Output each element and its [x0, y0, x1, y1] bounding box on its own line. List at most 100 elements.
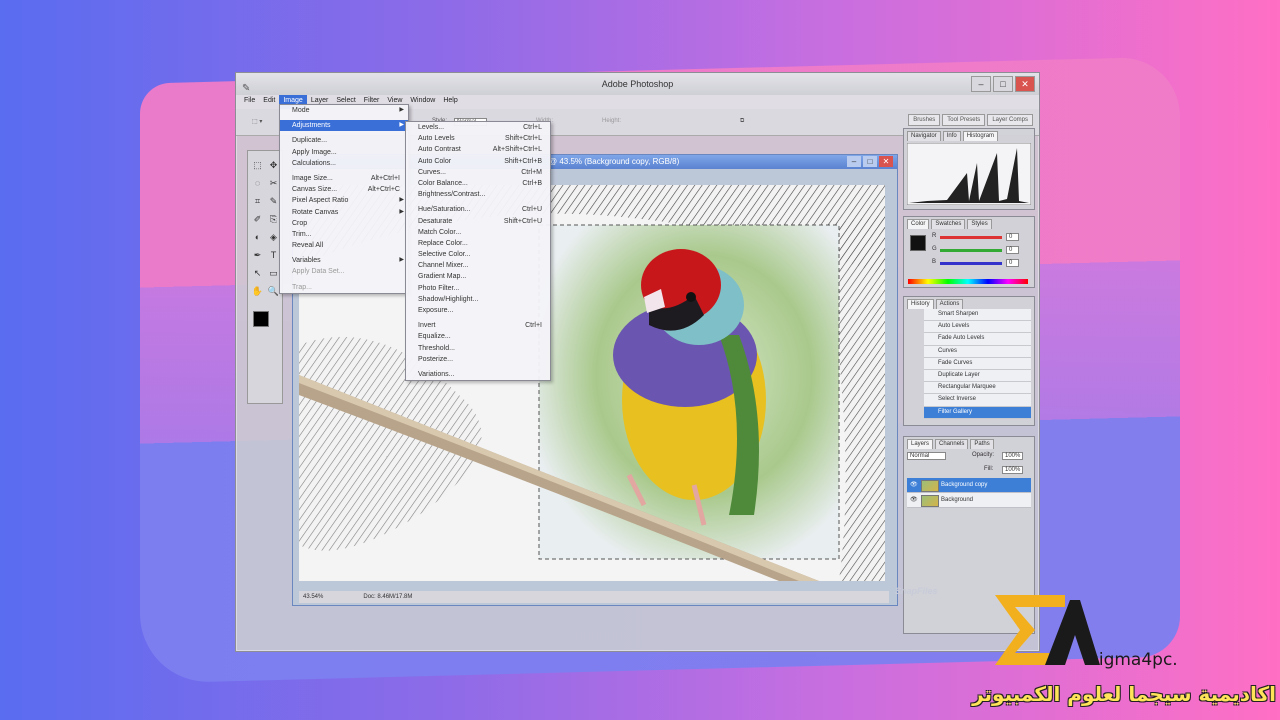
tab-navigator[interactable]: Navigator — [907, 131, 941, 141]
history-item[interactable]: Smart Sharpen — [924, 309, 1031, 322]
doc-minimize-button[interactable]: – — [847, 156, 861, 167]
image-menu-item-adjustments[interactable]: Adjustments ▶ — [280, 120, 408, 132]
image-menu-item-canvas-size[interactable]: Canvas Size... Alt+Ctrl+C — [280, 184, 408, 195]
doc-close-button[interactable]: ✕ — [879, 156, 893, 167]
adjust-menu-item-match-color[interactable]: Match Color... — [406, 227, 550, 238]
image-menu-item-apply-image[interactable]: Apply Image... — [280, 147, 408, 158]
image-menu-item-rotate-canvas[interactable]: Rotate Canvas ▶ — [280, 207, 408, 218]
image-menu-item-image-size[interactable]: Image Size... Alt+Ctrl+I — [280, 173, 408, 184]
tab-styles[interactable]: Styles — [967, 219, 992, 229]
zoom-level[interactable]: 43.54% — [303, 591, 323, 603]
tab-channels[interactable]: Channels — [935, 439, 969, 449]
channel-value[interactable]: 0 — [1006, 259, 1020, 267]
adjust-menu-item-exposure[interactable]: Exposure... — [406, 305, 550, 316]
history-item[interactable]: Rectangular Marquee — [924, 382, 1031, 395]
image-menu-item-duplicate[interactable]: Duplicate... — [280, 135, 408, 146]
foreground-color-swatch[interactable] — [253, 311, 269, 327]
channel-slider[interactable] — [940, 262, 1002, 265]
eye-icon[interactable]: 👁 — [910, 493, 918, 507]
image-menu-item-reveal-all[interactable]: Reveal All — [280, 240, 408, 251]
tool-icon[interactable]: ◌ — [251, 177, 264, 190]
adjust-menu-item-color-balance[interactable]: Color Balance... Ctrl+B — [406, 178, 550, 189]
foreground-swatch[interactable] — [910, 235, 926, 251]
layer-row[interactable]: 👁 Background copy — [907, 478, 1031, 493]
tab-color[interactable]: Color — [907, 219, 930, 229]
tool-icon[interactable]: ⌗ — [251, 195, 264, 208]
maximize-button[interactable]: □ — [993, 76, 1013, 92]
palette-well-icon[interactable]: ⧉ — [740, 118, 744, 125]
menu-help[interactable]: Help — [439, 95, 461, 109]
adjust-menu-item-auto-contrast[interactable]: Auto Contrast Alt+Shift+Ctrl+L — [406, 144, 550, 155]
adjust-menu-item-auto-color[interactable]: Auto Color Shift+Ctrl+B — [406, 156, 550, 167]
history-item[interactable]: Fade Curves — [924, 357, 1031, 370]
tool-icon[interactable]: ◐ — [251, 231, 264, 244]
adjust-menu-item-hue-saturation[interactable]: Hue/Saturation... Ctrl+U — [406, 204, 550, 215]
channel-value[interactable]: 0 — [1006, 233, 1020, 241]
adjust-menu-item-brightness-contrast[interactable]: Brightness/Contrast... — [406, 189, 550, 200]
adjust-menu-item-shadow-highlight[interactable]: Shadow/Highlight... — [406, 294, 550, 305]
adjust-menu-item-curves[interactable]: Curves... Ctrl+M — [406, 167, 550, 178]
history-item[interactable]: Select Inverse — [924, 394, 1031, 407]
menu-window[interactable]: Window — [406, 95, 439, 109]
channel-value[interactable]: 0 — [1006, 246, 1020, 254]
adjust-menu-item-desaturate[interactable]: Desaturate Shift+Ctrl+U — [406, 216, 550, 227]
adjust-menu-item-photo-filter[interactable]: Photo Filter... — [406, 283, 550, 294]
history-item-label: Curves — [938, 347, 958, 354]
layer-row[interactable]: 👁 Background — [907, 493, 1031, 508]
palette-tab-layer-comps[interactable]: Layer Comps — [987, 114, 1033, 126]
tab-swatches[interactable]: Swatches — [931, 219, 966, 229]
adjust-menu-item-auto-levels[interactable]: Auto Levels Shift+Ctrl+L — [406, 133, 550, 144]
adjust-menu-item-equalize[interactable]: Equalize... — [406, 331, 550, 342]
adjust-menu-item-threshold[interactable]: Threshold... — [406, 343, 550, 354]
doc-size[interactable]: Doc: 8.46M/17.8M — [363, 591, 412, 603]
menu-item-label: Auto Color — [418, 157, 452, 165]
image-menu-item-trap[interactable]: Trap... — [280, 282, 408, 293]
close-button[interactable]: ✕ — [1015, 76, 1035, 92]
tab-history[interactable]: History — [907, 299, 934, 309]
minimize-button[interactable]: – — [971, 76, 991, 92]
channel-slider[interactable] — [940, 236, 1002, 239]
tool-icon[interactable]: ↖ — [251, 267, 264, 280]
document-title: @ 43.5% (Background copy, RGB/8) — [549, 157, 680, 166]
image-menu-item-mode[interactable]: Mode ▶ — [280, 105, 408, 116]
adjust-menu-item-selective-color[interactable]: Selective Color... — [406, 249, 550, 260]
adjust-menu-item-replace-color[interactable]: Replace Color... — [406, 238, 550, 249]
menu-edit[interactable]: Edit — [259, 95, 279, 109]
adjust-menu-item-gradient-map[interactable]: Gradient Map... — [406, 271, 550, 282]
image-menu-item-crop[interactable]: Crop — [280, 218, 408, 229]
adjust-menu-item-variations[interactable]: Variations... — [406, 369, 550, 380]
fill-input[interactable]: 100% — [1002, 466, 1024, 474]
adjust-menu-item-posterize[interactable]: Posterize... — [406, 354, 550, 365]
history-item[interactable]: Curves — [924, 345, 1031, 358]
tab-histogram[interactable]: Histogram — [962, 131, 999, 141]
opacity-input[interactable]: 100% — [1002, 452, 1024, 460]
palette-tab-tool-presets[interactable]: Tool Presets — [942, 114, 986, 126]
palette-tab-brushes[interactable]: Brushes — [908, 114, 941, 126]
eye-icon[interactable]: 👁 — [910, 478, 918, 492]
history-item[interactable]: Duplicate Layer — [924, 369, 1031, 383]
tool-icon[interactable]: ⬚ — [251, 159, 264, 172]
image-menu-item-variables[interactable]: Variables ▶ — [280, 255, 408, 266]
image-menu-item-trim[interactable]: Trim... — [280, 229, 408, 240]
tool-icon[interactable]: ✒ — [251, 249, 264, 262]
tab-paths[interactable]: Paths — [970, 439, 994, 449]
history-item[interactable]: Filter Gallery — [924, 406, 1031, 419]
blend-mode-select[interactable]: Normal — [907, 452, 947, 460]
adjust-menu-item-levels[interactable]: Levels... Ctrl+L — [406, 122, 550, 133]
adjust-menu-item-channel-mixer[interactable]: Channel Mixer... — [406, 260, 550, 271]
tool-icon[interactable]: ✐ — [251, 213, 264, 226]
image-menu-item-calculations[interactable]: Calculations... — [280, 158, 408, 169]
history-item[interactable]: Fade Auto Levels — [924, 333, 1031, 346]
tab-actions[interactable]: Actions — [935, 299, 964, 309]
image-menu-item-apply-data-set[interactable]: Apply Data Set... — [280, 266, 408, 277]
adjust-menu-item-invert[interactable]: Invert Ctrl+I — [406, 320, 550, 331]
history-item[interactable]: Auto Levels — [924, 321, 1031, 334]
doc-maximize-button[interactable]: □ — [863, 156, 877, 167]
color-ramp[interactable] — [908, 279, 1028, 284]
tab-info[interactable]: Info — [942, 131, 961, 141]
image-menu-item-pixel-aspect-ratio[interactable]: Pixel Aspect Ratio ▶ — [280, 195, 408, 206]
channel-slider[interactable] — [940, 249, 1002, 252]
tool-icon[interactable]: ✋ — [251, 285, 264, 298]
tab-layers[interactable]: Layers — [907, 439, 934, 449]
marquee-options-icon[interactable]: ⬚ ▾ — [252, 118, 262, 125]
